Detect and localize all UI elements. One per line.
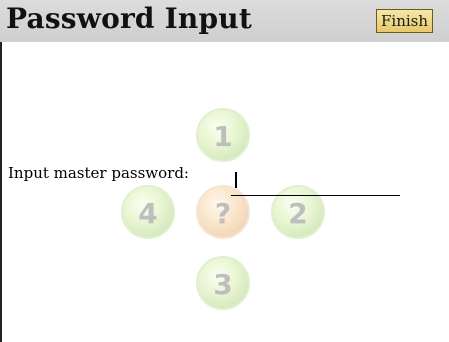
- key-4-button[interactable]: 4: [121, 185, 175, 239]
- key-3-button[interactable]: 3: [196, 256, 250, 310]
- password-prompt: Input master password:: [8, 164, 189, 182]
- key-4-label: 4: [138, 197, 158, 230]
- key-1-label: 1: [213, 120, 233, 153]
- key-3-label: 3: [213, 268, 233, 301]
- password-input[interactable]: [231, 168, 400, 196]
- key-1-button[interactable]: 1: [196, 108, 250, 162]
- text-caret: [235, 172, 237, 188]
